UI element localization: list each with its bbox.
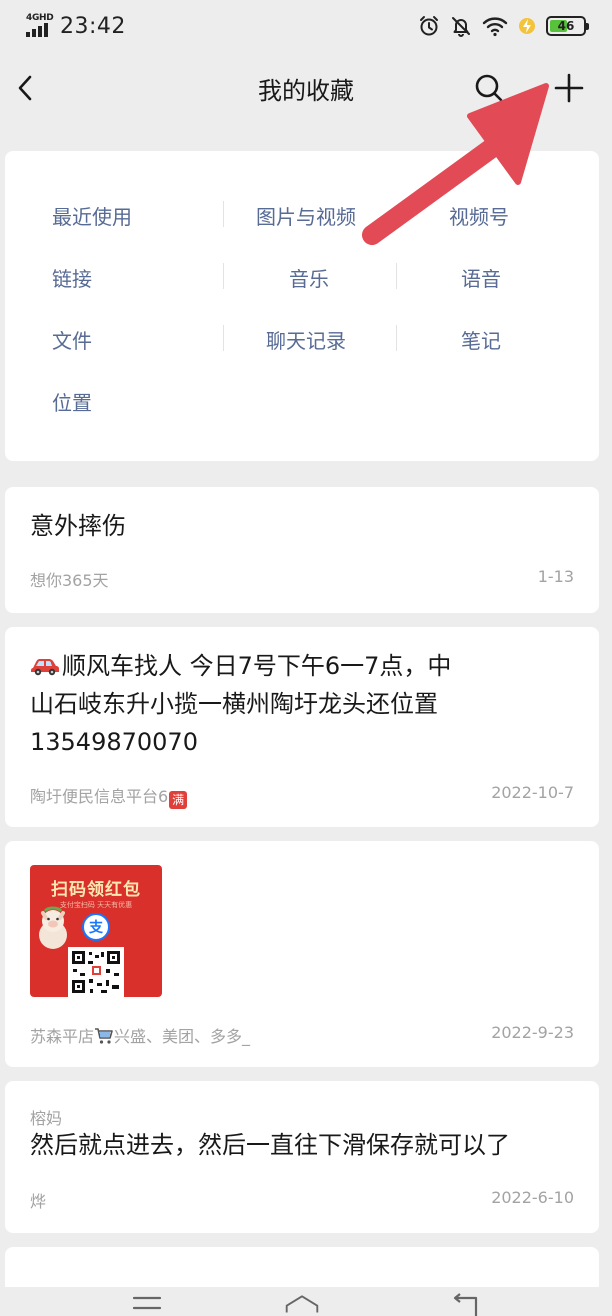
category-notes[interactable]: 笔记 [461,325,501,354]
favorite-source: 烨 [30,1192,47,1211]
favorite-source: 苏森平店 兴盛、美团、多多_ [30,1023,250,1047]
return-icon [453,1293,478,1316]
menu-icon [132,1296,162,1310]
favorite-item[interactable]: 榕妈 然后就点进去，然后一直往下滑保存就可以了 烨 2022-6-10 [5,1081,599,1233]
favorite-title-line2: 山石岐东升小揽一横州陶圩龙头还位置 [30,690,438,718]
favorite-title: 顺风车找人 今日7号下午6一7点，中 山石岐东升小揽一横州陶圩龙头还位置 135… [30,647,451,761]
mascot-icon [39,906,67,949]
favorite-source-text: 陶圩便民信息平台6 [30,787,169,806]
search-button[interactable] [470,69,508,107]
favorite-title-line3: 13549870070 [30,728,198,756]
favorite-date: 2022-6-10 [491,1188,574,1207]
favorite-date: 2022-10-7 [491,783,574,802]
clock: 23:42 [60,13,126,39]
favorite-item[interactable]: 顺风车找人 今日7号下午6一7点，中 山石岐东升小揽一横州陶圩龙头还位置 135… [5,627,599,827]
home-button[interactable] [285,1292,319,1316]
system-nav-bar [0,1280,612,1316]
favorite-source-part1: 苏森平店 [30,1027,95,1046]
plus-icon [554,73,584,103]
search-icon [475,74,503,102]
category-voice[interactable]: 语音 [461,263,501,292]
category-photos-videos[interactable]: 图片与视频 [256,201,356,230]
shopping-cart-icon [95,1028,113,1044]
category-files[interactable]: 文件 [52,325,92,354]
network-type: 4GHD [26,13,54,23]
alipay-logo-icon: 支 [82,913,110,941]
favorite-source: 想你365天 [30,571,109,590]
battery-icon: 46 [546,16,589,36]
status-left: 4GHD 23:42 [26,13,126,39]
category-recent[interactable]: 最近使用 [52,201,132,230]
menu-button[interactable] [130,1292,164,1316]
full-badge: 满 [169,791,188,809]
favorite-date: 2022-9-23 [491,1023,574,1042]
category-music[interactable]: 音乐 [289,263,329,292]
chevron-left-icon [18,75,32,101]
red-packet-title: 扫码领红包 [51,880,141,900]
car-emoji-icon [31,659,59,676]
back-button[interactable] [10,68,40,108]
favorite-title: 意外摔伤 [30,512,126,540]
favorite-title: 然后就点进去，然后一直往下滑保存就可以了 [30,1131,510,1159]
category-location[interactable]: 位置 [52,387,92,416]
category-chat-history[interactable]: 聊天记录 [266,325,346,354]
favorite-item[interactable]: 扫码领红包 支付宝扫码 天天有优惠 支 苏森平店 兴盛、美团、多多_ 2022-… [5,841,599,1067]
favorite-source-part2: 兴盛、美团、多多_ [114,1027,251,1046]
favorite-date: 1-13 [537,567,574,586]
cellular-signal-icon: 4GHD [26,13,54,37]
status-right: 46 [418,15,589,37]
alarm-icon [420,16,438,36]
favorite-title-line1: 顺风车找人 今日7号下午6一7点，中 [62,652,452,680]
home-icon [285,1295,319,1313]
mute-bell-icon [452,17,470,37]
page-title: 我的收藏 [258,76,354,105]
back-system-button[interactable] [448,1292,482,1316]
category-card: 最近使用 图片与视频 视频号 链接 音乐 语音 文件 聊天记录 笔记 位置 [5,151,599,461]
nav-bar: 我的收藏 [0,52,612,124]
wifi-icon [482,17,508,37]
battery-percent: 46 [557,19,575,33]
status-bar: 4GHD 23:42 46 [0,0,612,52]
charging-icon [519,18,535,34]
qr-code-icon [68,947,124,997]
category-links[interactable]: 链接 [52,263,92,292]
add-button[interactable] [550,69,588,107]
category-channels[interactable]: 视频号 [449,201,509,230]
favorite-source: 陶圩便民信息平台6 满 [30,783,188,809]
favorite-item[interactable]: 意外摔伤 想你365天 1-13 [5,487,599,613]
red-packet-image: 扫码领红包 支付宝扫码 天天有优惠 支 [30,865,162,997]
